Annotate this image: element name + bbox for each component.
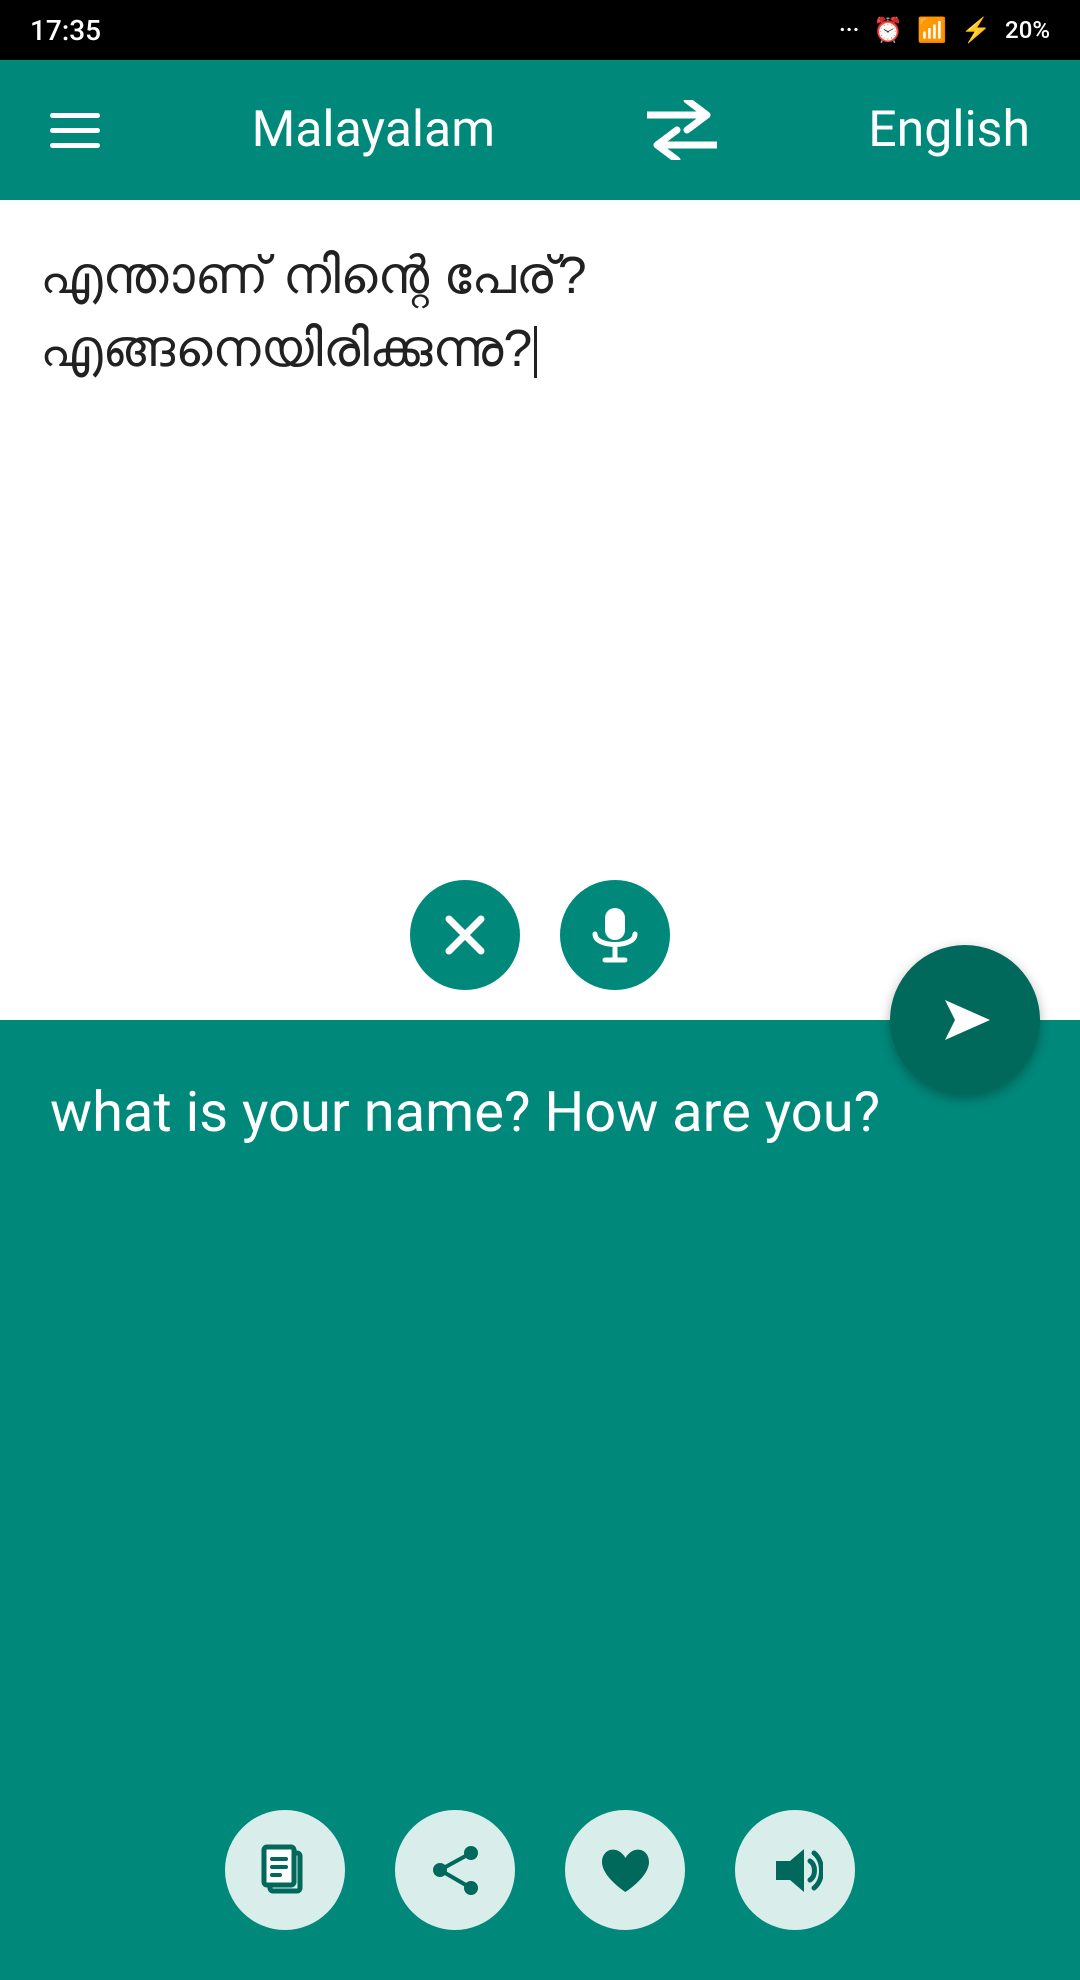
copy-icon: [260, 1843, 310, 1898]
input-action-buttons: [410, 880, 670, 990]
output-panel: what is your name? How are you?: [0, 1020, 1080, 1980]
speaker-icon: [768, 1843, 823, 1898]
speaker-button[interactable]: [735, 1810, 855, 1930]
microphone-button[interactable]: [560, 880, 670, 990]
toolbar: Malayalam English: [0, 60, 1080, 200]
source-language[interactable]: Malayalam: [252, 101, 496, 159]
input-panel: എന്താണ് നിന്റെ പേര്? എങ്ങനെയിരിക്കുന്നു?: [0, 200, 1080, 1020]
favorite-button[interactable]: [565, 1810, 685, 1930]
battery-percent: 20%: [1005, 16, 1050, 44]
output-action-buttons: [225, 1810, 855, 1930]
text-cursor: [534, 326, 537, 378]
share-icon: [428, 1843, 483, 1898]
copy-button[interactable]: [225, 1810, 345, 1930]
heart-icon: [598, 1844, 653, 1896]
swap-icon: [647, 100, 717, 160]
close-icon: [441, 911, 489, 959]
battery-icon: ⚡: [961, 16, 991, 44]
microphone-icon: [591, 908, 639, 963]
status-icons: ··· ⏰ 📶 ⚡ 20%: [839, 16, 1050, 44]
swap-languages-button[interactable]: [647, 100, 717, 160]
send-icon: [935, 990, 995, 1050]
clear-button[interactable]: [410, 880, 520, 990]
target-language[interactable]: English: [868, 101, 1030, 159]
source-text[interactable]: എന്താണ് നിന്റെ പേര്? എങ്ങനെയിരിക്കുന്നു?: [40, 240, 1040, 386]
translated-text: what is your name? How are you?: [50, 1070, 1030, 1154]
dots-icon: ···: [839, 16, 859, 44]
share-button[interactable]: [395, 1810, 515, 1930]
sim-icon: 📶: [917, 16, 947, 44]
menu-button[interactable]: [50, 113, 100, 148]
alarm-icon: ⏰: [873, 16, 903, 44]
status-bar: 17:35 ··· ⏰ 📶 ⚡ 20%: [0, 0, 1080, 60]
status-time: 17:35: [30, 14, 101, 47]
send-button[interactable]: [890, 945, 1040, 1095]
